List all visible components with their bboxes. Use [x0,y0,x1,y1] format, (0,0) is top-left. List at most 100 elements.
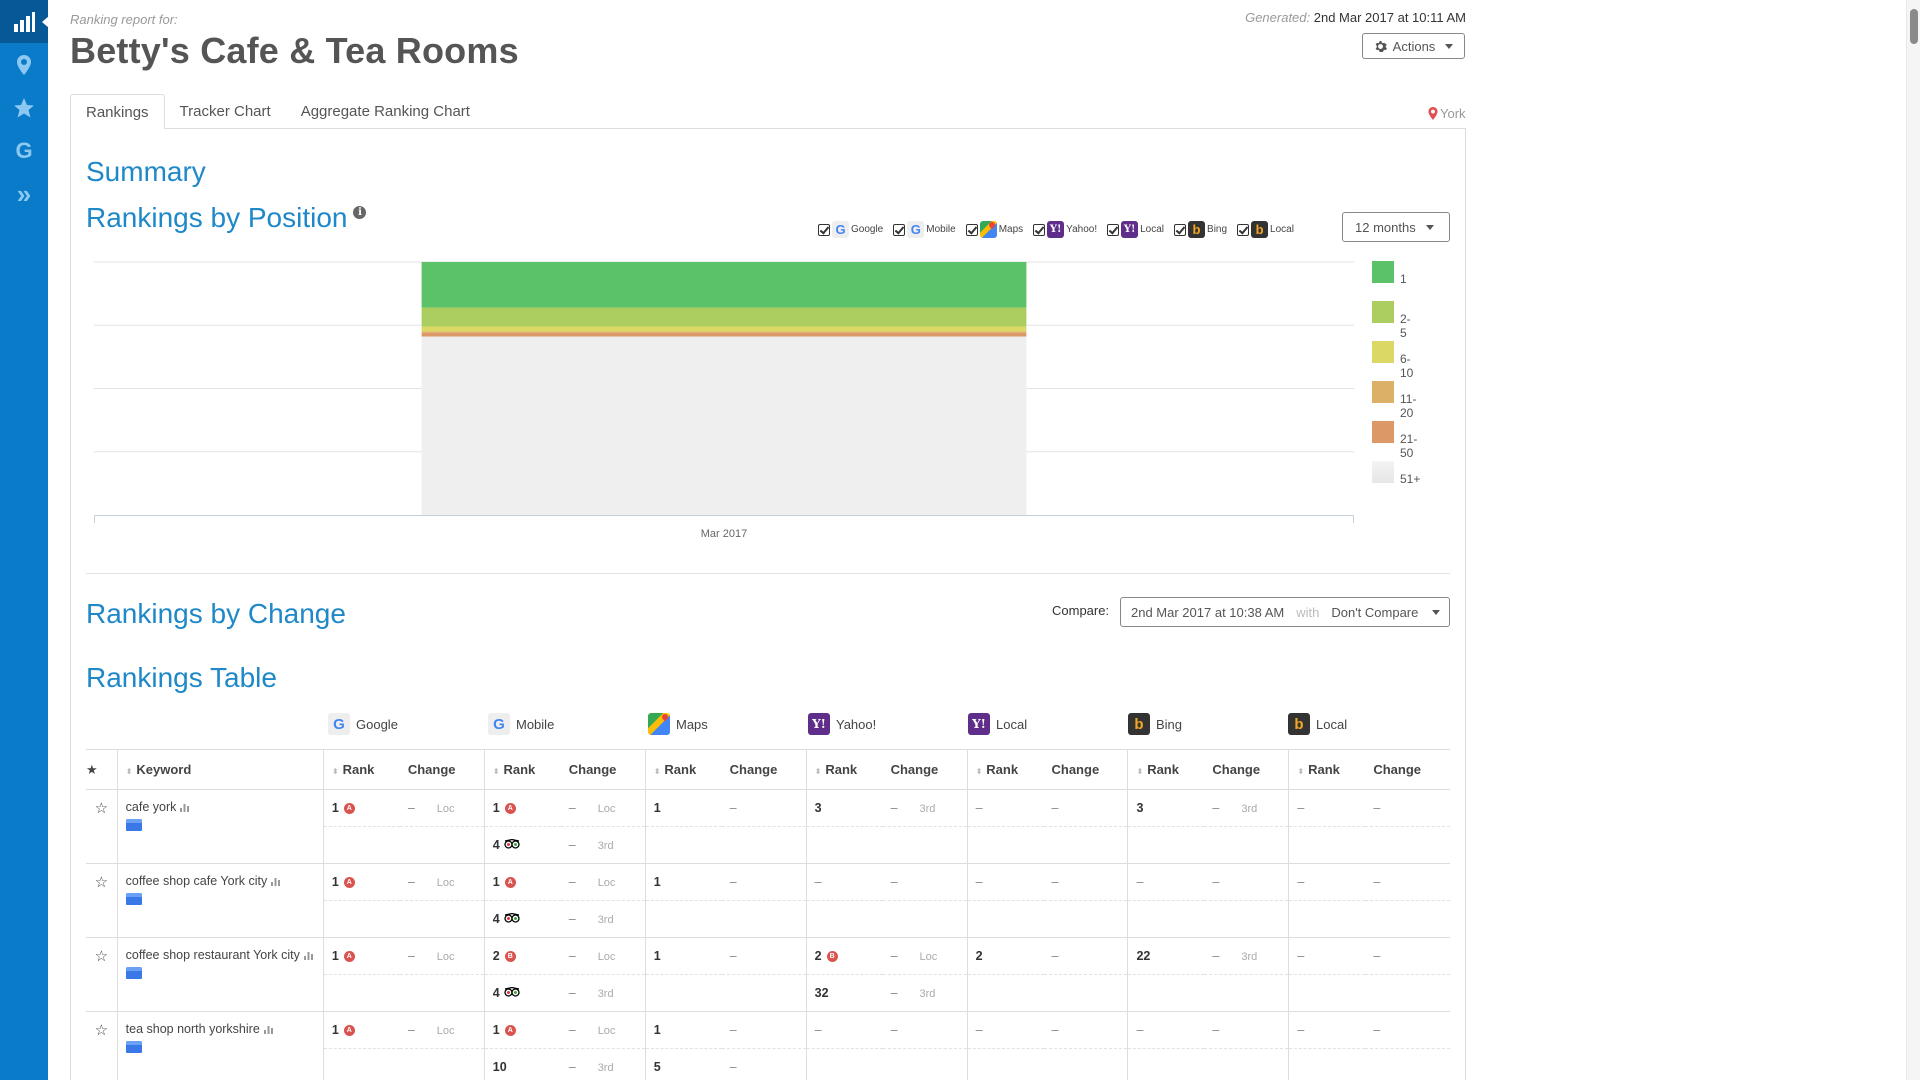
favorite-star-icon[interactable]: ☆ [86,789,118,864]
rank-value: – [975,1023,983,1037]
sidebar-item-google[interactable]: G [0,129,48,172]
bar-segment-6-10[interactable] [421,326,1027,332]
engine-filter-local-4[interactable]: Y! Local [1107,221,1164,238]
rank-value: 1 [331,801,339,815]
favorite-star-icon[interactable]: ☆ [86,937,118,1012]
bar-chart-icon[interactable] [180,801,190,815]
favorite-all-header[interactable]: ★ [86,749,118,790]
keyword-text[interactable]: coffee shop restaurant York city [126,948,300,962]
engine-header-maps-2: Maps [648,713,708,735]
sidebar-item-locations[interactable] [0,43,48,86]
bar-chart-icon[interactable] [271,875,281,889]
map-pin-icon [1428,107,1438,120]
rank-cell: 1A [322,937,400,975]
checkbox[interactable] [1033,223,1046,236]
compare-select[interactable]: 2nd Mar 2017 at 10:38 AM with Don't Comp… [1120,597,1450,627]
keyword-header[interactable]: ⬍ Keyword [116,749,324,790]
engine-filter-mobile-1[interactable]: G Mobile [893,221,956,238]
change-cell [399,1048,485,1080]
favorite-star-icon[interactable]: ☆ [86,863,118,938]
keyword-cell: cafe york [116,789,324,864]
engine-filter-local-6[interactable]: b Local [1237,221,1294,238]
change-value: – [1051,1023,1059,1037]
legend-swatch [1372,381,1394,403]
bar-segment-21-50[interactable] [421,332,1027,337]
local-pack-badge-a: A [504,1025,516,1037]
keyword-text[interactable]: tea shop north yorkshire [126,1022,260,1036]
rank-header[interactable]: ⬍ Rank [966,749,1044,790]
legend-label: 21-50 [1400,432,1418,460]
rank-header-label: Rank [825,762,858,777]
rank-header[interactable]: ⬍ Rank [644,749,722,790]
bar-segment-2-5[interactable] [421,307,1027,327]
scrollbar-thumb[interactable] [1910,9,1918,44]
change-cell: – Loc [561,938,645,975]
rank-header[interactable]: ⬍ Rank [322,749,400,790]
actions-button[interactable]: Actions [1362,33,1465,59]
checkbox[interactable] [1174,223,1187,236]
bar-segment-11-20[interactable] [421,331,1027,333]
bar-segment-1[interactable] [421,262,1027,308]
change-cell [399,826,485,864]
bar-segment-51+[interactable] [421,336,1027,515]
engine-filter-bing-5[interactable]: b Bing [1174,221,1227,238]
tab-tracker-chart[interactable]: Tracker Chart [165,94,286,129]
change-cell [1043,826,1128,864]
keyword-text[interactable]: coffee shop cafe York city [126,874,268,888]
legend-swatch [1372,261,1394,283]
vertical-scrollbar[interactable] [1906,0,1920,1080]
tab-aggregate-ranking-chart[interactable]: Aggregate Ranking Chart [286,94,485,129]
sidebar-item-rankings[interactable] [0,0,49,43]
sidebar-item-reviews[interactable] [0,86,48,129]
change-value: – [568,1023,576,1037]
sidebar-item-expand[interactable]: » [0,172,48,215]
keyword-text[interactable]: cafe york [126,800,177,814]
checkbox[interactable] [818,223,830,236]
rank-header-label: Rank [1147,762,1179,777]
keyword-header-label: Keyword [136,762,192,777]
change-value: – [1051,801,1059,815]
checkbox[interactable] [893,223,906,236]
yahoo-icon: Y! [1047,221,1065,238]
result-type-label: Loc [597,803,616,815]
rank-cell: 1A [322,863,400,901]
rank-cell [322,1048,400,1080]
google-maps-icon [648,713,670,735]
change-value: – [1051,949,1059,963]
rank-value: – [1136,1023,1144,1037]
checkbox[interactable] [1107,223,1120,236]
rank-header[interactable]: ⬍ Rank [483,749,561,790]
rank-cell: 1 [644,789,722,827]
rank-value: 1 [653,801,661,815]
rank-cell: 3 [805,789,883,827]
info-icon[interactable]: i [353,206,367,219]
engine-header-label: Maps [676,716,708,732]
table-row: ☆ coffee shop cafe York city 1 A – Loc 1 A – Loc 1… [86,863,1450,938]
result-type-label: 3rd [919,988,936,1000]
google-icon: G [832,221,849,238]
engine-filter-maps-2[interactable]: Maps [965,221,1023,238]
star-icon [14,97,34,117]
engine-filter-yahoo-3[interactable]: Y! Yahoo! [1033,221,1097,238]
generated-value: 2nd Mar 2017 at 10:11 AM [1313,10,1466,25]
legend-swatch [1372,301,1394,323]
bar-chart-icon[interactable] [263,1023,273,1037]
rank-cell [966,1048,1044,1080]
rank-header[interactable]: ⬍ Rank [805,749,883,790]
favorite-star-icon[interactable]: ☆ [86,1011,118,1080]
caret-down-icon [1425,224,1434,230]
bar-chart-icon[interactable] [303,949,313,963]
checkbox[interactable] [1237,223,1250,236]
period-select[interactable]: 12 months [1342,212,1450,242]
rank-header[interactable]: ⬍ Rank [1288,749,1366,790]
engine-header-label: Local [996,716,1028,732]
rank-cell: 10 [483,1048,561,1080]
checkbox[interactable] [965,223,978,236]
rank-cell: 5 [644,1048,722,1080]
local-pack-badge-b: B [826,951,838,963]
engine-filter-list: G Google G Mobile Maps Y! Yahoo! Y! Local b Bing b L… [818,221,1294,238]
tab-rankings[interactable]: Rankings [70,94,165,129]
rank-value: – [1297,1023,1305,1037]
rank-header[interactable]: ⬍ Rank [1127,749,1205,790]
engine-filter-google-0[interactable]: G Google [818,221,883,238]
